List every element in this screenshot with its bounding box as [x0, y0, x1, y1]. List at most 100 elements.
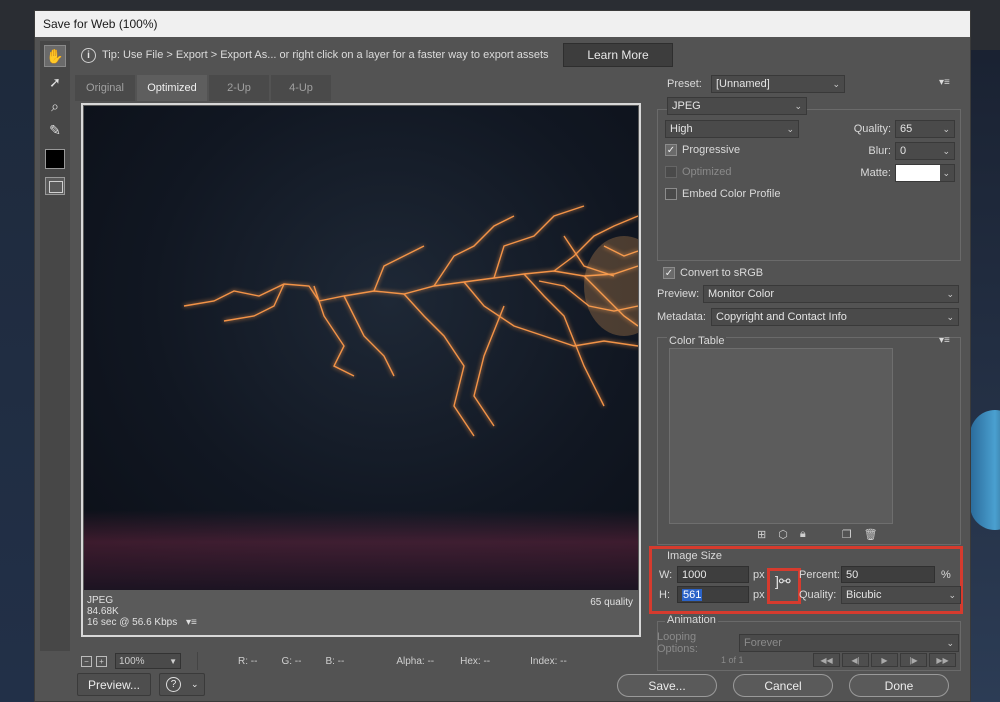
resample-quality-select[interactable]: Bicubic ⌄ [841, 586, 961, 604]
resample-quality-value: Bicubic [846, 589, 882, 601]
tool-column: ✋ ➚ ⌕ ✎ [40, 41, 70, 651]
preview-quality-label: 65 quality [590, 597, 633, 608]
quality-select[interactable]: 65 ⌄ [895, 120, 955, 138]
preview-canvas[interactable] [84, 106, 638, 590]
preview-download-time: 16 sec @ 56.6 Kbps [87, 617, 178, 628]
format-select[interactable]: JPEG ⌄ [667, 97, 807, 115]
animation-controls: ◀◀ ◀| ▶ |▶ ▶▶ [813, 653, 956, 667]
browser-select-button[interactable]: ? ⌄ [159, 673, 205, 696]
height-unit: px [753, 588, 765, 601]
color-table-actions: ⊞ ⬡ 🔒︎ ❐ 🗑︎ [757, 528, 878, 541]
new-color-icon[interactable]: ❐ [842, 528, 852, 541]
zoom-value: 100% [119, 655, 145, 667]
lock-icon[interactable]: 🔒︎ [800, 528, 806, 541]
pixel-readout: R: -- G: -- B: -- Alpha: -- Hex: -- Inde… [197, 652, 637, 670]
looping-label: Looping Options: [657, 631, 698, 655]
save-for-web-dialog: Save for Web (100%) ✋ ➚ ⌕ ✎ i Tip: Use F… [34, 10, 971, 702]
zoom-tool-icon[interactable]: ⌕ [44, 95, 66, 117]
constrain-proportions-link-icon[interactable]: ]⚯ [775, 573, 791, 590]
cancel-button[interactable]: Cancel [733, 674, 833, 697]
zoom-in-icon[interactable]: + [96, 655, 107, 667]
chevron-down-icon: ⌄ [794, 100, 802, 111]
optimize-settings-panel: Preset: [Unnamed] ⌄ ▾≡ JPEG ⌄ High ⌄ Qualit… [649, 71, 963, 671]
looping-value: Forever [744, 637, 782, 649]
tab-original[interactable]: Original [75, 75, 135, 101]
matte-color-swatch [896, 165, 940, 181]
save-button[interactable]: Save... [617, 674, 717, 697]
color-table-menu-icon[interactable]: ▾≡ [939, 335, 950, 346]
slice-select-tool-icon[interactable]: ➚ [44, 71, 66, 93]
optimized-label: Optimized [682, 166, 732, 178]
color-table-title: Color Table [669, 335, 725, 347]
done-button[interactable]: Done [849, 674, 949, 697]
learn-more-button[interactable]: Learn More [563, 43, 673, 67]
matte-label: Matte: [860, 167, 891, 179]
zoom-level-select[interactable]: 100% ▼ [115, 653, 181, 669]
optimize-menu-icon[interactable]: ▾≡ [939, 77, 950, 88]
optimized-checkbox [665, 166, 677, 178]
preset-label: Preset: [667, 78, 702, 90]
blur-select[interactable]: 0 ⌄ [895, 142, 955, 160]
preset-select[interactable]: [Unnamed] ⌄ [711, 75, 845, 93]
quality-preset-select[interactable]: High ⌄ [665, 120, 799, 138]
quality-preset-value: High [670, 123, 693, 135]
preset-value: [Unnamed] [716, 78, 770, 90]
tip-bar: i Tip: Use File > Export > Export As... … [75, 41, 673, 69]
chevron-down-icon: ⌄ [786, 123, 794, 134]
chevron-down-icon: ▼ [169, 656, 177, 666]
percent-unit: % [941, 568, 951, 581]
preview-menu-icon[interactable]: ▾≡ [186, 617, 197, 628]
tab-2-up[interactable]: 2-Up [209, 75, 269, 101]
first-frame-icon: ◀◀ [813, 653, 840, 667]
dialog-title: Save for Web (100%) [35, 11, 970, 37]
quality-label: Quality: [853, 123, 891, 135]
metadata-select[interactable]: Copyright and Contact Info ⌄ [711, 308, 959, 326]
height-value: 561 [682, 588, 703, 601]
eyedropper-tool-icon[interactable]: ✎ [44, 119, 66, 141]
color-table-grid[interactable] [669, 348, 893, 524]
hand-tool-icon[interactable]: ✋ [44, 45, 66, 67]
height-input[interactable]: 561 [677, 586, 749, 603]
tab-optimized[interactable]: Optimized [137, 75, 207, 101]
previous-frame-icon: ◀| [842, 653, 869, 667]
lightning-image [183, 205, 638, 437]
eyedropper-color-swatch[interactable] [45, 149, 65, 169]
preview-label: Preview: [657, 288, 700, 300]
quality-value: 65 [900, 123, 913, 135]
web-shift-icon[interactable]: ⬡ [778, 528, 788, 541]
convert-srgb-checkbox[interactable]: ✓ [663, 267, 675, 279]
chevron-down-icon: ⌄ [946, 311, 954, 322]
web-snap-icon[interactable]: ⊞ [757, 528, 766, 541]
help-icon: ? [166, 677, 181, 692]
chevron-down-icon: ⌄ [191, 679, 199, 689]
embed-color-profile-checkbox[interactable] [665, 188, 677, 200]
play-icon: ▶ [871, 653, 898, 667]
readout-g: G: -- [281, 655, 302, 667]
progressive-checkbox[interactable]: ✓ [665, 144, 677, 156]
trash-icon[interactable]: 🗑︎ [864, 528, 878, 541]
chevron-down-icon: ⌄ [832, 78, 840, 89]
convert-srgb-label: Convert to sRGB [680, 267, 764, 279]
readout-alpha: Alpha: -- [396, 655, 435, 667]
readout-r: R: -- [238, 655, 258, 667]
percent-input[interactable]: 50 [841, 566, 935, 583]
image-preview-pane: JPEG 84.68K 16 sec @ 56.6 Kbps ▾≡ 65 qua… [81, 103, 641, 637]
matte-select[interactable]: ⌄ [895, 164, 955, 182]
image-size-title: Image Size [667, 550, 723, 562]
metadata-label: Metadata: [657, 311, 706, 323]
chevron-down-icon: ⌄ [942, 123, 950, 134]
preview-in-browser-button[interactable]: Preview... [77, 673, 151, 696]
zoom-out-icon[interactable]: − [81, 655, 92, 667]
tab-4-up[interactable]: 4-Up [271, 75, 331, 101]
percent-label: Percent: [799, 568, 840, 581]
chevron-down-icon: ⌄ [948, 589, 956, 600]
preview-color-select[interactable]: Monitor Color ⌄ [703, 285, 959, 303]
last-frame-icon: ▶▶ [929, 653, 956, 667]
metadata-value: Copyright and Contact Info [716, 311, 847, 323]
status-bar: − + 100% ▼ R: -- G: -- B: -- Alpha: -- H… [81, 651, 657, 671]
toggle-slices-icon[interactable] [45, 177, 65, 195]
width-input[interactable]: 1000 [677, 566, 749, 583]
preview-format: JPEG [87, 595, 114, 606]
preview-file-info: JPEG 84.68K 16 sec @ 56.6 Kbps ▾≡ [87, 595, 197, 628]
height-label: H: [659, 588, 670, 601]
